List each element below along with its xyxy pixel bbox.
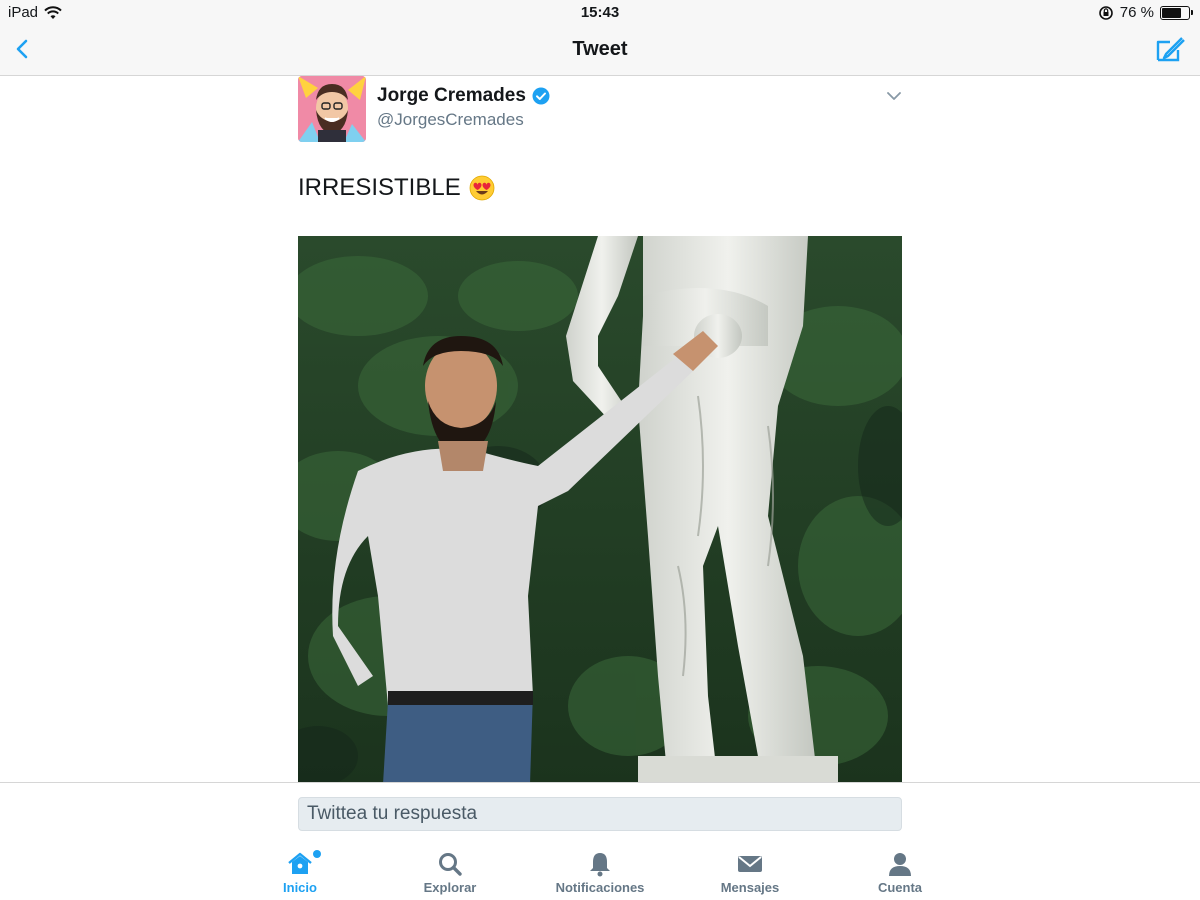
- navigation-bar: Tweet: [0, 24, 1200, 76]
- reply-input[interactable]: Twittea tu respuesta: [298, 797, 902, 831]
- author-name-row: Jorge Cremades: [377, 85, 550, 107]
- search-icon: [439, 853, 462, 876]
- person-icon: [889, 853, 911, 876]
- avatar[interactable]: [298, 76, 366, 142]
- home-icon: [288, 852, 312, 874]
- chevron-down-icon[interactable]: [886, 90, 902, 102]
- tweet-text-content: IRRESISTIBLE: [298, 174, 461, 201]
- battery-percent: 76 %: [1119, 4, 1154, 21]
- tab-mensajes[interactable]: Mensajes: [675, 850, 825, 895]
- compose-tweet-icon[interactable]: [1154, 34, 1186, 66]
- rotation-lock-icon: [1098, 5, 1113, 20]
- tab-label-notificaciones: Notificaciones: [555, 880, 645, 895]
- heart-eyes-emoji-icon: [469, 175, 495, 201]
- status-time: 15:43: [580, 4, 620, 21]
- tweet-author[interactable]: Jorge Cremades @JorgesCremades: [377, 85, 550, 130]
- author-handle: @JorgesCremades: [377, 110, 524, 129]
- bell-icon: [590, 853, 610, 877]
- tab-bar: Inicio Explorar Notificaciones Mensajes …: [0, 838, 1200, 900]
- avatar-illustration: [298, 76, 366, 142]
- tab-notificaciones[interactable]: Notificaciones: [525, 850, 675, 895]
- tab-label-explorar: Explorar: [423, 880, 477, 895]
- tab-explorar[interactable]: Explorar: [375, 850, 525, 895]
- battery-fill: [1162, 7, 1181, 18]
- tweet-text: IRRESISTIBLE: [298, 174, 495, 202]
- reply-bar: Twittea tu respuesta: [0, 782, 1200, 838]
- tweet-media-video[interactable]: [298, 236, 902, 784]
- media-frame: [298, 236, 902, 784]
- new-tweets-dot: [313, 850, 321, 858]
- tab-label-cuenta: Cuenta: [877, 880, 923, 895]
- envelope-icon: [738, 856, 762, 872]
- status-right: 76 %: [1098, 4, 1193, 21]
- tab-inicio[interactable]: Inicio: [225, 850, 375, 895]
- status-bar: iPad 15:43 76 %: [0, 0, 1200, 24]
- author-name: Jorge Cremades: [377, 85, 526, 106]
- tab-cuenta[interactable]: Cuenta: [825, 850, 975, 895]
- tab-label-mensajes: Mensajes: [720, 880, 780, 895]
- tab-label-inicio: Inicio: [283, 880, 317, 895]
- page-title: Tweet: [572, 38, 628, 60]
- verified-badge-icon: [532, 87, 550, 105]
- battery-icon: [1160, 5, 1193, 20]
